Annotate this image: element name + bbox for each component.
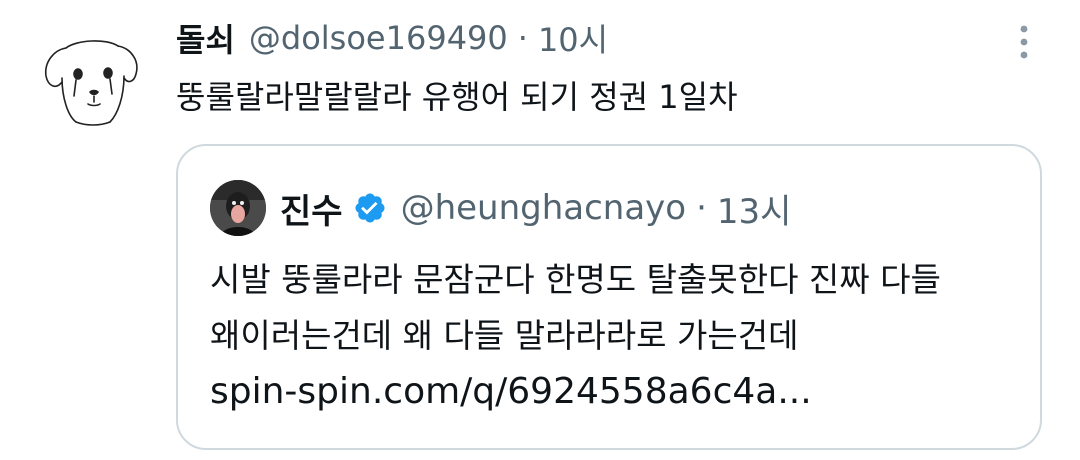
tweet-header: 돌쇠 @dolsoe169490 · 10시 xyxy=(176,14,608,62)
more-vertical-dots-icon xyxy=(1020,25,1028,59)
more-options-button[interactable] xyxy=(1008,22,1040,62)
quoted-tweet[interactable]: 진수 @heunghacnayo · 13시 시발 뚱룰라라 문잠군다 한명도 … xyxy=(176,144,1042,450)
quoted-tweet-timestamp[interactable]: 13시 xyxy=(717,184,792,233)
author-avatar[interactable] xyxy=(36,18,146,128)
verified-badge-icon xyxy=(353,191,387,225)
quoted-author-handle[interactable]: @heunghacnayo xyxy=(401,188,687,228)
separator-dot: · xyxy=(517,19,528,57)
quoted-text-line: 왜이러는건데 왜 다들 말라라라로 가는건데 xyxy=(210,316,799,355)
quoted-author-avatar[interactable] xyxy=(210,180,266,236)
quoted-tweet-header: 진수 @heunghacnayo · 13시 xyxy=(280,182,791,234)
author-display-name[interactable]: 돌쇠 xyxy=(176,15,235,61)
separator-dot: · xyxy=(696,188,707,228)
tweet-text: 뚱룰랄라말랄랄라 유행어 되기 정권 1일차 xyxy=(176,78,738,116)
quoted-author-display-name[interactable]: 진수 xyxy=(280,184,343,233)
quoted-tweet-text: 시발 뚱룰라라 문잠군다 한명도 탈출못한다 진짜 다들 왜이러는건데 왜 다들… xyxy=(210,252,941,420)
tweet-card[interactable]: 돌쇠 @dolsoe169490 · 10시 뚱룰랄라말랄랄라 유행어 되기 정… xyxy=(0,0,1080,460)
quoted-tweet-link[interactable]: spin-spin.com/q/6924558a6c4a... xyxy=(210,364,941,420)
person-silhouette-icon xyxy=(210,180,266,236)
tweet-timestamp[interactable]: 10시 xyxy=(538,15,608,61)
author-handle[interactable]: @dolsoe169490 xyxy=(249,19,508,57)
sketch-dog-face-icon xyxy=(44,40,138,126)
quoted-text-line: 시발 뚱룰라라 문잠군다 한명도 탈출못한다 진짜 다들 xyxy=(210,260,941,299)
